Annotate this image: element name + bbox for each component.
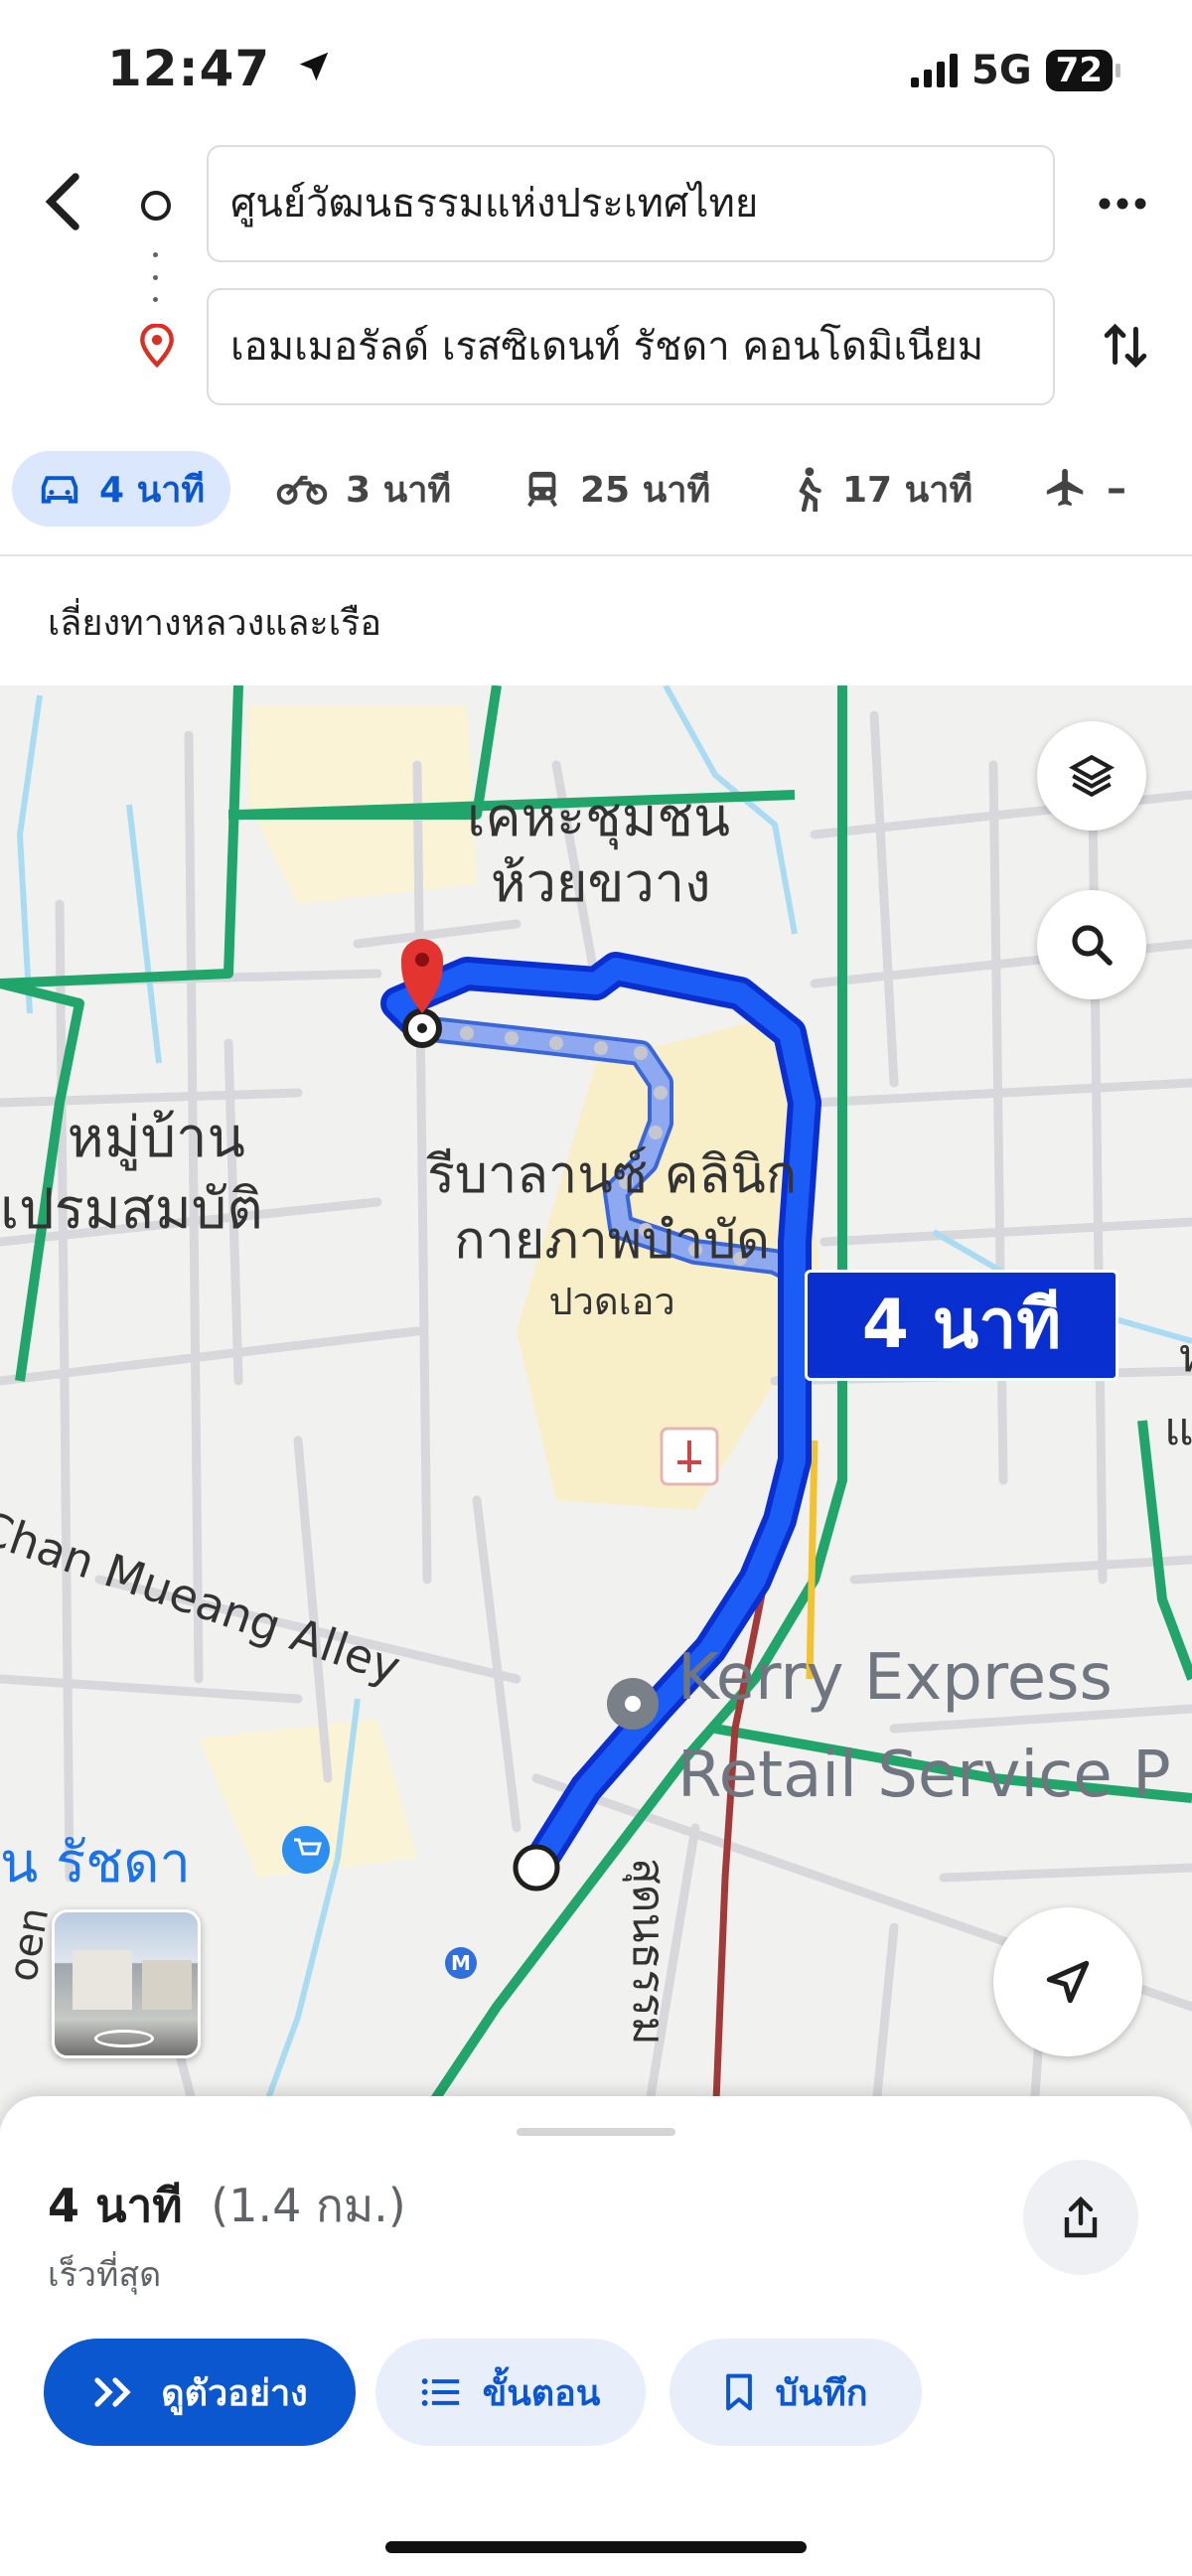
bookmark-icon <box>725 2373 752 2411</box>
more-horizontal-icon <box>1099 198 1146 210</box>
divider <box>0 554 1192 556</box>
signal-icon <box>911 54 958 87</box>
back-button[interactable] <box>36 167 95 236</box>
swap-vertical-icon <box>1104 323 1147 369</box>
rotate-360-icon <box>94 2030 154 2047</box>
location-arrow-icon <box>295 40 333 97</box>
status-indicators: 5G 72 <box>911 48 1121 93</box>
destination-input[interactable]: เอมเมอรัลด์ เรสซิเดนท์ รัชดา คอนโดมิเนีย… <box>207 288 1055 405</box>
destination-pin-icon <box>139 323 175 372</box>
sheet-drag-handle[interactable] <box>517 2128 675 2136</box>
route-note: เร็วที่สุด <box>48 2255 162 2295</box>
map-label-shop: ิน รัชดา <box>0 1831 191 1895</box>
home-indicator <box>385 2541 807 2553</box>
map-search-button[interactable] <box>1037 890 1146 999</box>
transit-icon <box>527 471 557 508</box>
map-label-kerry: Kerry Express Retail Service P <box>677 1641 1171 1812</box>
map-view[interactable]: เคหะชุมชน ห้วยขวาง หมู่บ้าน เปรมสมบัติ ร… <box>0 685 1192 2126</box>
my-location-button[interactable] <box>993 1907 1142 2056</box>
motorbike-icon <box>276 475 328 505</box>
double-chevron-right-icon <box>94 2377 131 2407</box>
steps-button[interactable]: ขั้นตอน <box>375 2339 646 2446</box>
search-icon <box>1072 925 1113 966</box>
metro-station-icon: M <box>445 1947 477 1979</box>
tab-transit[interactable]: 25 นาที <box>522 451 710 527</box>
street-view-thumbnail[interactable] <box>52 1909 201 2058</box>
preview-button[interactable]: ดูตัวอย่าง <box>44 2339 356 2446</box>
map-label-community: เคหะชุมชน ห้วยขวาง <box>467 786 730 914</box>
share-button[interactable] <box>1023 2160 1138 2275</box>
flight-icon <box>1046 468 1084 507</box>
layers-button[interactable] <box>1037 721 1146 831</box>
car-icon <box>41 476 78 504</box>
more-options-button[interactable] <box>1097 189 1148 219</box>
map-label-road: สุดนธรรม <box>623 1858 673 2046</box>
route-duration: 4 นาที (1.4 กม.) <box>48 2179 406 2232</box>
map-label-clinic: รีบาลานซ์ คลินิก กายภาพบำบัด ปวดเอว <box>427 1145 798 1323</box>
route-options-notice: เลี่ยงทางหลวงและเรือ <box>48 603 382 644</box>
map-label-edge1: ห <box>1178 1319 1192 1392</box>
layers-icon <box>1068 754 1116 798</box>
tab-drive[interactable]: 4 นาที <box>12 451 231 527</box>
navigation-arrow-icon <box>1046 1960 1090 2004</box>
save-button[interactable]: บันทึก <box>670 2339 922 2446</box>
route-connector-dots <box>153 252 159 302</box>
tab-flight[interactable]: – <box>1043 451 1126 527</box>
map-label-edge2: แ <box>1164 1402 1192 1455</box>
swap-route-button[interactable] <box>1101 316 1150 376</box>
tab-walk[interactable]: 17 นาที <box>791 451 972 527</box>
origin-input[interactable]: ศูนย์วัฒนธรรมแห่งประเทศไทย <box>207 145 1055 262</box>
route-summary-sheet <box>0 2096 1192 2576</box>
travel-mode-tabs: 4 นาที 3 นาที 25 นาที 17 นาที – <box>0 437 1192 546</box>
walk-icon <box>799 467 821 512</box>
status-time: 12:47 <box>107 40 333 97</box>
chevron-left-icon <box>45 173 79 230</box>
network-label: 5G <box>971 48 1032 93</box>
map-label-village: หมู่บ้าน เปรมสมบัติ <box>0 1106 263 1242</box>
origin-dot-icon <box>141 191 171 221</box>
battery-icon: 72 <box>1045 50 1121 91</box>
tab-motorbike[interactable]: 3 นาที <box>276 451 451 527</box>
share-icon <box>1064 2196 1098 2238</box>
list-icon <box>421 2378 459 2406</box>
route-duration-badge[interactable]: 4 นาที <box>805 1270 1118 1381</box>
